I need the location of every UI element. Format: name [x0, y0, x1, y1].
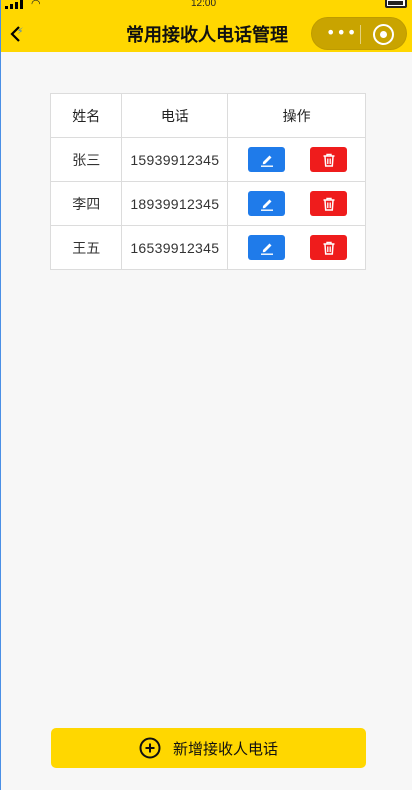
edit-button[interactable] [248, 235, 286, 260]
delete-button[interactable] [310, 147, 347, 172]
contact-name: 李四 [49, 181, 123, 226]
status-bar: ◠ 12:00 [1, 0, 412, 10]
delete-button[interactable] [310, 191, 347, 216]
trash-icon [323, 153, 334, 167]
signal-icon [5, 0, 23, 9]
battery-icon [385, 0, 407, 8]
contact-name: 张三 [49, 137, 123, 182]
row-actions [227, 181, 366, 226]
row-actions [227, 137, 366, 182]
table-row: 李四 18939912345 [49, 181, 366, 226]
edit-icon [260, 199, 273, 211]
contact-name: 王五 [49, 225, 123, 270]
column-header-phone: 电话 [121, 93, 229, 138]
table-row: 王五 16539912345 [49, 225, 366, 270]
edit-icon [260, 243, 273, 255]
table-header-row: 姓名 电话 操作 [49, 93, 366, 138]
close-miniprogram-icon[interactable] [373, 24, 394, 45]
contact-phone: 15939912345 [121, 137, 229, 182]
contact-phone: 16539912345 [121, 225, 229, 270]
plus-circle-icon [139, 737, 161, 759]
wifi-icon: ◠ [31, 0, 41, 10]
edit-button[interactable] [248, 147, 286, 172]
trash-icon [323, 241, 334, 255]
delete-button[interactable] [310, 235, 347, 260]
column-header-actions: 操作 [227, 93, 366, 138]
add-recipient-label: 新增接收人电话 [172, 739, 278, 758]
table-row: 张三 15939912345 [49, 137, 366, 182]
edit-button[interactable] [248, 191, 286, 216]
trash-icon [323, 197, 334, 211]
status-time: 12:00 [191, 0, 217, 9]
contacts-table: 姓名 电话 操作 张三 15939912345 李四 18939912345 王… [49, 93, 366, 270]
add-recipient-button[interactable]: 新增接收人电话 [51, 728, 366, 768]
capsule-divider [360, 25, 361, 44]
column-header-name: 姓名 [49, 93, 123, 138]
edit-icon [260, 155, 273, 167]
more-icon[interactable]: ••• [326, 24, 356, 42]
contact-phone: 18939912345 [121, 181, 229, 226]
row-actions [227, 225, 366, 270]
mini-program-capsule: ••• [311, 17, 407, 50]
